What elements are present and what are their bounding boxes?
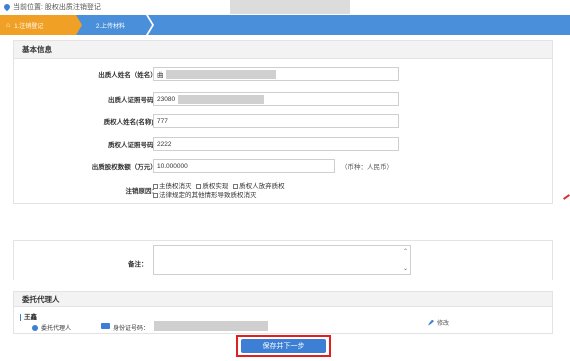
agent-card: 委托代理人 王鑫 委托代理人 身份证号码： 修改	[13, 291, 553, 334]
home-icon: ⌂	[6, 21, 11, 29]
pencil-icon	[428, 319, 434, 326]
redacted-value	[178, 95, 264, 104]
pledgor-name-row: 出质人姓名（姓名）： 曲	[14, 67, 554, 81]
pledgee-id-value: 2222	[157, 140, 172, 148]
reason-option-label: 质权人放弃质权	[239, 183, 285, 190]
pledgee-name-field[interactable]: 777	[153, 114, 399, 128]
pledgor-id-row: 出质人证照号码： 23080	[14, 92, 554, 106]
id-card-icon	[101, 323, 110, 329]
step-1[interactable]: ⌂ 1.注销登记	[0, 15, 82, 35]
pledged-amount-label: 出质股权数额（万元）：	[91, 164, 160, 171]
pledgor-id-value: 23080	[157, 95, 176, 103]
pledgee-id-row: 质权人证照号码： 2222	[14, 137, 554, 151]
remark-section: 备注： ⌃ ⌄	[13, 240, 553, 280]
pledgor-name-value: 曲	[157, 72, 164, 79]
step-2-label: 2.上传材料	[96, 23, 126, 30]
pledgor-id-field[interactable]: 23080	[153, 92, 399, 106]
id-number-label: 身份证号码：	[113, 326, 150, 332]
pledged-amount-field[interactable]: 10.000000	[153, 159, 335, 173]
redacted-block	[230, 0, 350, 14]
remark-textarea[interactable]: ⌃ ⌄	[153, 245, 411, 275]
reason-option-label: 法律规定的其他情形导致质权消灭	[159, 192, 257, 199]
pledgor-name-label: 出质人姓名（姓名）：	[98, 72, 160, 79]
pledgee-name-label: 质权人姓名(名称)：	[103, 119, 160, 126]
checkbox[interactable]	[153, 183, 158, 189]
agent-name: 王鑫	[24, 314, 37, 321]
step-2[interactable]: 2.上传材料	[84, 15, 154, 35]
pledgee-id-field[interactable]: 2222	[153, 137, 399, 151]
cancel-reason-options: 主债权消灭 质权实现 质权人放弃质权 法律规定的其他情形导致质权消灭	[153, 182, 373, 200]
basic-info-title: 基本信息	[14, 41, 552, 59]
reason-option[interactable]: 主债权消灭	[153, 183, 192, 190]
reason-option[interactable]: 质权人放弃质权	[233, 183, 285, 190]
basic-info-card: 基本信息 出质人姓名（姓名）： 曲 出质人证照号码： 23080 质权人姓名(名…	[13, 40, 553, 204]
save-and-next-button[interactable]: 保存并下一步	[241, 339, 326, 353]
annotation-mark	[563, 194, 570, 200]
checkbox[interactable]	[153, 192, 158, 198]
reason-option[interactable]: 质权实现	[196, 183, 228, 190]
pledgee-name-value: 777	[157, 117, 168, 125]
reason-option-label: 主债权消灭	[159, 183, 192, 190]
pledged-amount-value: 10.000000	[157, 162, 188, 170]
agent-title: 委托代理人	[14, 292, 552, 307]
location-pin-icon	[2, 2, 12, 12]
currency-unit: （币种：人民币）	[341, 164, 393, 171]
step-1-label: 1.注销登记	[14, 23, 44, 30]
pledgee-name-row: 质权人姓名(名称)： 777	[14, 114, 554, 128]
reason-option-label: 质权实现	[202, 183, 229, 190]
agent-name-row: 王鑫	[20, 311, 37, 321]
agent-role: 委托代理人	[41, 326, 72, 332]
checkbox[interactable]	[233, 183, 239, 189]
scroll-up-icon[interactable]: ⌃	[403, 248, 408, 255]
agent-role-row: 委托代理人	[32, 323, 71, 332]
edit-label: 修改	[437, 321, 450, 327]
edit-agent-link[interactable]: 修改	[428, 318, 449, 327]
scroll-down-icon[interactable]: ⌄	[403, 265, 408, 272]
pledgor-name-field[interactable]: 曲	[153, 67, 399, 81]
breadcrumb-text: 当前位置: 股权出质注销登记	[13, 4, 101, 11]
checkbox[interactable]	[196, 183, 202, 189]
reason-option[interactable]: 法律规定的其他情形导致质权消灭	[153, 192, 257, 199]
name-marker	[20, 313, 21, 321]
redacted-id-number	[154, 321, 268, 331]
redacted-value	[166, 70, 276, 79]
step-bar: ⌂ 1.注销登记 2.上传材料	[0, 15, 570, 35]
person-icon	[32, 324, 38, 331]
remark-label: 备注：	[128, 261, 148, 268]
pledged-amount-row: 出质股权数额（万元）： 10.000000 （币种：人民币）	[14, 159, 554, 173]
